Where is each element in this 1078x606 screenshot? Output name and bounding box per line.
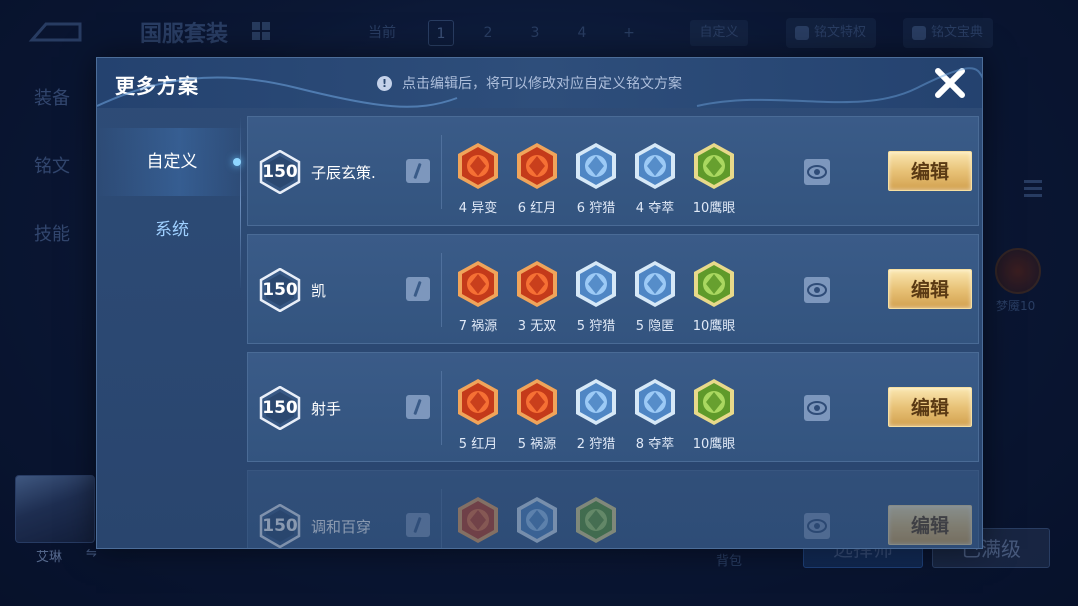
edit-notice: ! 点击编辑后，将可以修改对应自定义铭文方案 <box>377 73 682 93</box>
row-separator <box>441 253 442 327</box>
edit-notice-text: 点击编辑后，将可以修改对应自定义铭文方案 <box>402 76 682 92</box>
mutation-rune-icon[interactable] <box>453 141 503 191</box>
plan-row[interactable]: 150 射手 5 红月 5 祸源 2 狩猎 8 夺萃 10鹰眼 编辑 <box>247 352 979 462</box>
rune-count-label: 10鹰眼 <box>692 437 736 452</box>
rune-count-label: 8 夺萃 <box>635 437 675 452</box>
seize-rune-icon[interactable] <box>630 377 680 427</box>
rune-count-label: 2 狩猎 <box>576 437 616 452</box>
plan-name: 子辰玄策. <box>311 164 376 182</box>
hunt-rune-icon[interactable] <box>571 377 621 427</box>
row-separator <box>441 489 442 548</box>
rune-count-label: 6 红月 <box>517 201 557 216</box>
plan-name: 射手 <box>311 400 342 418</box>
rune-count-label: 5 狩猎 <box>576 319 616 334</box>
plan-level: 150 <box>262 280 298 300</box>
rename-pencil-icon[interactable] <box>406 159 430 183</box>
rune-count-label: 6 狩猎 <box>576 201 616 216</box>
edit-button[interactable]: 编辑 <box>888 387 972 427</box>
blade-rune-icon[interactable] <box>512 495 562 545</box>
rename-pencil-icon[interactable] <box>406 513 430 537</box>
row-separator <box>441 135 442 209</box>
hunt-rune-icon[interactable] <box>571 259 621 309</box>
plan-list[interactable]: 150 子辰玄策. 4 异变 6 红月 6 狩猎 4 夺萃 10鹰眼 编辑 150 凯 7 祸源 3 … <box>247 116 979 548</box>
plan-name: 凯 <box>311 282 327 300</box>
stealth-rune-icon[interactable] <box>630 259 680 309</box>
modal-header: 更多方案 ! 点击编辑后，将可以修改对应自定义铭文方案 <box>97 58 982 108</box>
eye-icon[interactable] <box>804 513 830 539</box>
rune-count-label: 4 异变 <box>458 201 498 216</box>
seize-rune-icon[interactable] <box>630 141 680 191</box>
mutation-rune-icon[interactable] <box>453 495 503 545</box>
edit-button[interactable]: 编辑 <box>888 151 972 191</box>
rune-count-label: 5 红月 <box>458 437 498 452</box>
rune-count-label: 5 隐匿 <box>635 319 675 334</box>
red-moon-rune-icon[interactable] <box>512 141 562 191</box>
hawk-eye-rune-icon[interactable] <box>689 377 739 427</box>
tab-system[interactable]: 系统 <box>97 196 247 264</box>
rune-count-label: 10鹰眼 <box>692 201 736 216</box>
hunt-rune-icon[interactable] <box>571 141 621 191</box>
plan-row[interactable]: 150 子辰玄策. 4 异变 6 红月 6 狩猎 4 夺萃 10鹰眼 编辑 <box>247 116 979 226</box>
rune-count-label: 3 无双 <box>517 319 557 334</box>
rename-pencil-icon[interactable] <box>406 395 430 419</box>
eye-icon[interactable] <box>804 159 830 185</box>
close-icon[interactable] <box>933 66 967 100</box>
rune-count-label: 4 夺萃 <box>635 201 675 216</box>
more-plans-modal: 更多方案 ! 点击编辑后，将可以修改对应自定义铭文方案 自定义 系统 150 子辰… <box>96 57 983 549</box>
rune-count-label: 5 祸源 <box>517 437 557 452</box>
hawk-eye-rune-icon[interactable] <box>571 495 621 545</box>
plan-row[interactable]: 150 调和百穿 编辑 <box>247 470 979 548</box>
edit-button[interactable]: 编辑 <box>888 505 972 545</box>
plan-row[interactable]: 150 凯 7 祸源 3 无双 5 狩猎 5 隐匿 10鹰眼 编辑 <box>247 234 979 344</box>
hawk-eye-rune-icon[interactable] <box>689 259 739 309</box>
rune-count-label: 10鹰眼 <box>692 319 736 334</box>
modal-title: 更多方案 <box>115 74 199 98</box>
plan-name: 调和百穿 <box>311 518 372 536</box>
hawk-eye-rune-icon[interactable] <box>689 141 739 191</box>
edit-button[interactable]: 编辑 <box>888 269 972 309</box>
calamity-rune-icon[interactable] <box>453 259 503 309</box>
eye-icon[interactable] <box>804 395 830 421</box>
plan-level: 150 <box>262 162 298 182</box>
tab-custom[interactable]: 自定义 <box>97 128 247 196</box>
rename-pencil-icon[interactable] <box>406 277 430 301</box>
eye-icon[interactable] <box>804 277 830 303</box>
plan-category-tabs: 自定义 系统 <box>97 128 247 264</box>
peerless-rune-icon[interactable] <box>512 259 562 309</box>
row-separator <box>441 371 442 445</box>
plan-level: 150 <box>262 398 298 418</box>
rune-count-label: 7 祸源 <box>458 319 498 334</box>
plan-level: 150 <box>262 516 298 536</box>
red-moon-rune-icon[interactable] <box>453 377 503 427</box>
calamity-rune-icon[interactable] <box>512 377 562 427</box>
info-icon: ! <box>377 75 392 91</box>
